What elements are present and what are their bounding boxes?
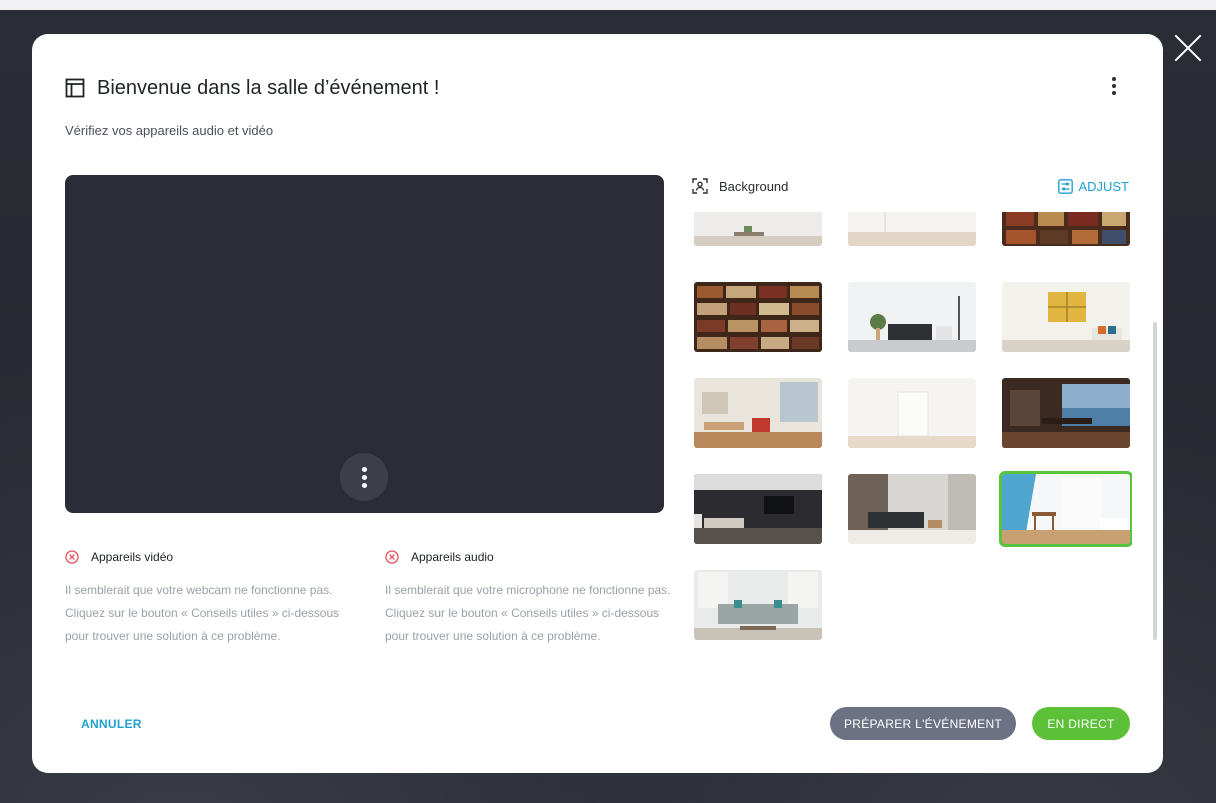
background-thumbnail[interactable] <box>1002 378 1130 448</box>
go-live-button[interactable]: EN DIRECT <box>1032 707 1130 740</box>
dialog-header: Bienvenue dans la salle d’événement ! <box>65 74 439 102</box>
background-title: Background <box>719 178 789 194</box>
audio-device-message: Il semblerait que votre microphone ne fo… <box>385 583 671 643</box>
background-thumbnail[interactable] <box>848 212 976 246</box>
more-options-icon[interactable] <box>1102 74 1126 98</box>
background-thumbnail[interactable] <box>848 474 976 544</box>
top-strip <box>0 0 1216 10</box>
error-circle-icon <box>65 550 79 564</box>
close-icon[interactable] <box>1172 32 1204 64</box>
background-gallery <box>692 212 1132 644</box>
background-thumbnail[interactable] <box>694 378 822 448</box>
background-thumbnail[interactable] <box>694 212 822 246</box>
event-room-dialog: Bienvenue dans la salle d’événement ! Vé… <box>32 34 1163 773</box>
background-thumbnail[interactable] <box>1002 212 1130 246</box>
sliders-icon <box>1058 178 1074 194</box>
background-header: Background ADJUST <box>692 175 1129 197</box>
prepare-event-button[interactable]: PRÉPARER L'ÉVÉNEMENT <box>830 707 1016 740</box>
panel-layout-icon <box>65 78 85 98</box>
video-device-status: Appareils vidéo Il semblerait que votre … <box>65 547 355 648</box>
video-device-label: Appareils vidéo <box>91 550 174 564</box>
background-thumbnail[interactable] <box>694 282 822 352</box>
background-thumbnail[interactable] <box>848 282 976 352</box>
adjust-label: ADJUST <box>1078 178 1129 194</box>
background-thumbnail-selected[interactable] <box>999 471 1132 547</box>
background-thumbnail[interactable] <box>694 474 822 544</box>
audio-device-status: Appareils audio Il semblerait que votre … <box>385 547 675 648</box>
video-preview <box>65 175 664 513</box>
person-focus-icon <box>692 178 708 194</box>
cancel-button[interactable]: ANNULER <box>70 712 153 736</box>
preview-menu-button[interactable] <box>340 453 388 501</box>
error-circle-icon <box>385 550 399 564</box>
dialog-subtitle: Vérifiez vos appareils audio et vidéo <box>65 123 274 138</box>
adjust-button[interactable]: ADJUST <box>1058 179 1129 194</box>
audio-device-label: Appareils audio <box>411 550 494 564</box>
background-thumbnail[interactable] <box>694 570 822 640</box>
video-device-message: Il semblerait que votre webcam ne foncti… <box>65 583 340 643</box>
background-thumbnail[interactable] <box>848 378 976 448</box>
gallery-scrollbar[interactable] <box>1153 322 1157 640</box>
background-thumbnail[interactable] <box>1002 282 1130 352</box>
dialog-title: Bienvenue dans la salle d’événement ! <box>97 76 440 99</box>
